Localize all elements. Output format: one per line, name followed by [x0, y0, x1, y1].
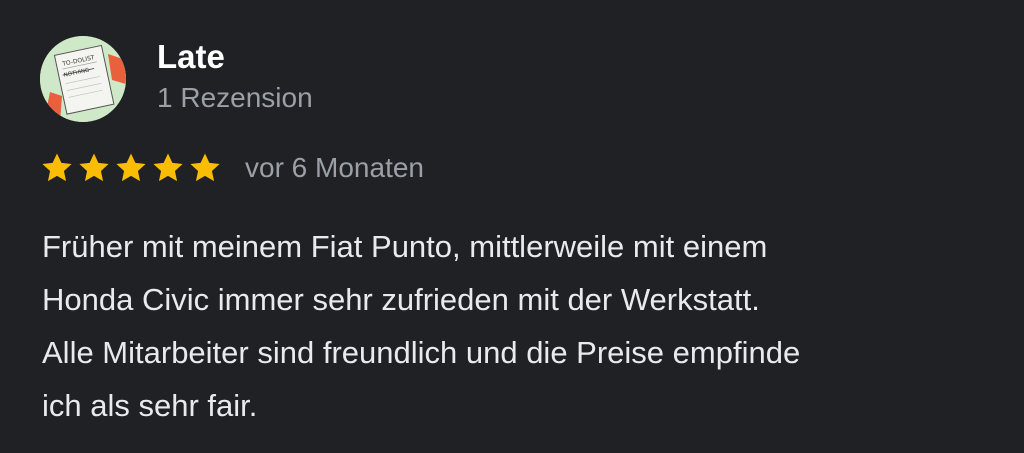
star-icon	[114, 151, 148, 185]
review-card: TO-DOLIST NOTHING Late 1 Rezension vor 6…	[0, 0, 1024, 453]
avatar[interactable]: TO-DOLIST NOTHING	[40, 36, 126, 122]
author-review-count[interactable]: 1 Rezension	[157, 80, 313, 116]
author-name[interactable]: Late	[157, 36, 225, 78]
review-text: Früher mit meinem Fiat Punto, mittlerwei…	[42, 220, 1002, 432]
review-text-line: ich als sehr fair.	[42, 388, 258, 423]
star-icon	[151, 151, 185, 185]
star-icon	[188, 151, 222, 185]
star-rating	[40, 151, 222, 185]
star-icon	[77, 151, 111, 185]
star-icon	[40, 151, 74, 185]
review-time: vor 6 Monaten	[245, 152, 424, 183]
review-text-line: Honda Civic immer sehr zufrieden mit der…	[42, 282, 760, 317]
note-paper-icon: TO-DOLIST NOTHING	[40, 36, 126, 122]
review-text-line: Alle Mitarbeiter sind freundlich und die…	[42, 335, 801, 370]
review-text-line: Früher mit meinem Fiat Punto, mittlerwei…	[42, 229, 768, 264]
rating-row: vor 6 Monaten	[40, 148, 424, 188]
